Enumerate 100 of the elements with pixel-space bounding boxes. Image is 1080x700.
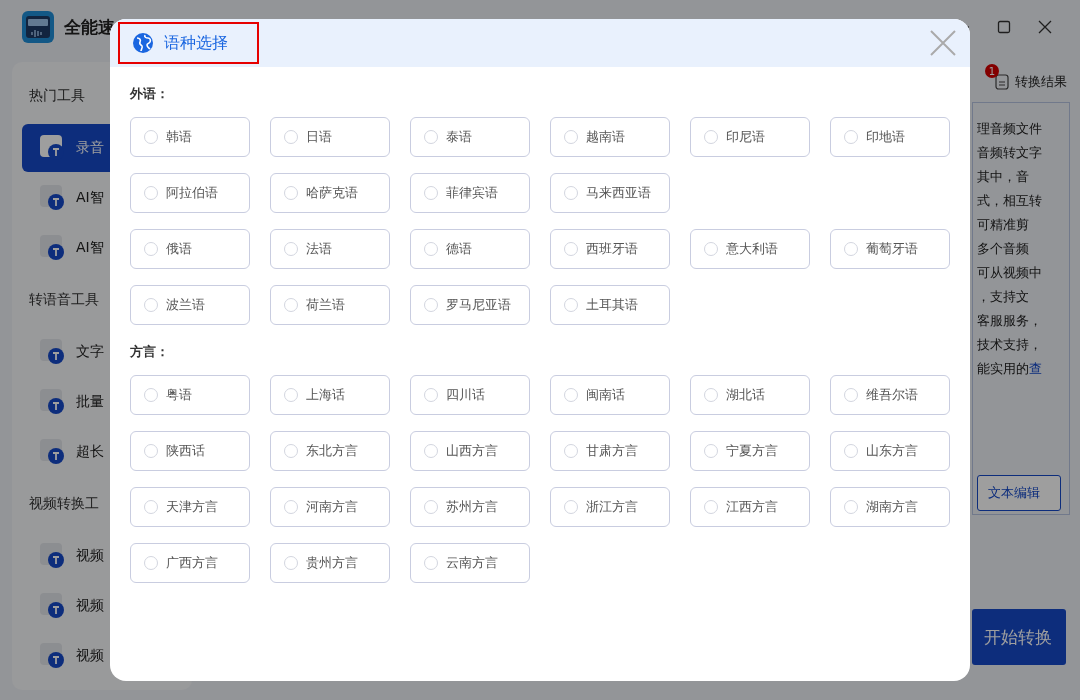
language-option[interactable]: 马来西亚语 <box>550 173 670 213</box>
option-label: 马来西亚语 <box>586 184 651 202</box>
language-option[interactable]: 天津方言 <box>130 487 250 527</box>
language-option[interactable]: 法语 <box>270 229 390 269</box>
start-convert-button[interactable]: 开始转换 <box>972 609 1066 665</box>
option-label: 法语 <box>306 240 332 258</box>
language-option[interactable]: 哈萨克语 <box>270 173 390 213</box>
description-text: ，支持文 <box>977 288 1030 306</box>
language-option[interactable]: 韩语 <box>130 117 250 157</box>
language-option[interactable]: 意大利语 <box>690 229 810 269</box>
tool-icon <box>40 643 66 669</box>
description-text: 可精准剪 <box>977 216 1030 234</box>
section-heading: 外语： <box>130 85 170 103</box>
language-option[interactable]: 西班牙语 <box>550 229 670 269</box>
sidebar-heading: 视频转换工 <box>29 495 99 513</box>
option-label: 东北方言 <box>306 442 358 460</box>
language-option[interactable]: 苏州方言 <box>410 487 530 527</box>
option-label: 苏州方言 <box>446 498 498 516</box>
language-option[interactable]: 江西方言 <box>690 487 810 527</box>
option-label: 印地语 <box>866 128 905 146</box>
option-label: 维吾尔语 <box>866 386 918 404</box>
tool-icon <box>40 389 66 415</box>
language-option[interactable]: 波兰语 <box>130 285 250 325</box>
language-option[interactable]: 印尼语 <box>690 117 810 157</box>
language-option[interactable]: 湖北话 <box>690 375 810 415</box>
option-label: 葡萄牙语 <box>866 240 918 258</box>
description-text: 理音频文件 <box>977 120 1043 138</box>
sidebar-heading: 热门工具 <box>29 87 85 105</box>
language-option[interactable]: 菲律宾语 <box>410 173 530 213</box>
language-option[interactable]: 土耳其语 <box>550 285 670 325</box>
language-option[interactable]: 罗马尼亚语 <box>410 285 530 325</box>
tool-icon <box>40 593 66 619</box>
description-text: 式，相互转 <box>977 192 1043 210</box>
language-option[interactable]: 云南方言 <box>410 543 530 583</box>
language-option[interactable]: 贵州方言 <box>270 543 390 583</box>
option-label: 广西方言 <box>166 554 218 572</box>
option-label: 湖南方言 <box>866 498 918 516</box>
language-option[interactable]: 俄语 <box>130 229 250 269</box>
option-label: 荷兰语 <box>306 296 345 314</box>
description-text: 客服服务， <box>977 312 1043 330</box>
language-option[interactable]: 葡萄牙语 <box>830 229 950 269</box>
language-option[interactable]: 甘肃方言 <box>550 431 670 471</box>
sidebar-item[interactable]: 视频 <box>22 582 182 630</box>
option-label: 西班牙语 <box>586 240 638 258</box>
option-label: 四川话 <box>446 386 485 404</box>
language-option[interactable]: 宁夏方言 <box>690 431 810 471</box>
maximize-icon[interactable] <box>997 20 1011 34</box>
option-label: 山东方言 <box>866 442 918 460</box>
tool-icon <box>40 185 66 211</box>
language-option[interactable]: 闽南话 <box>550 375 670 415</box>
option-label: 山西方言 <box>446 442 498 460</box>
option-label: 宁夏方言 <box>726 442 778 460</box>
language-option[interactable]: 印地语 <box>830 117 950 157</box>
option-label: 贵州方言 <box>306 554 358 572</box>
option-label: 江西方言 <box>726 498 778 516</box>
option-label: 日语 <box>306 128 332 146</box>
language-option[interactable]: 维吾尔语 <box>830 375 950 415</box>
results-link[interactable]: 转换结果 <box>1015 73 1067 91</box>
language-option[interactable]: 泰语 <box>410 117 530 157</box>
language-option[interactable]: 日语 <box>270 117 390 157</box>
language-option[interactable]: 越南语 <box>550 117 670 157</box>
option-label: 罗马尼亚语 <box>446 296 511 314</box>
language-option[interactable]: 东北方言 <box>270 431 390 471</box>
option-label: 陕西话 <box>166 442 205 460</box>
option-label: 俄语 <box>166 240 192 258</box>
option-label: 云南方言 <box>446 554 498 572</box>
document-icon <box>995 74 1009 90</box>
option-label: 上海话 <box>306 386 345 404</box>
language-option[interactable]: 陕西话 <box>130 431 250 471</box>
language-option[interactable]: 阿拉伯语 <box>130 173 250 213</box>
language-option[interactable]: 粤语 <box>130 375 250 415</box>
description-link[interactable]: 查 <box>1029 361 1042 376</box>
language-option[interactable]: 荷兰语 <box>270 285 390 325</box>
language-option[interactable]: 浙江方言 <box>550 487 670 527</box>
close-icon[interactable] <box>1038 20 1052 34</box>
language-option[interactable]: 山东方言 <box>830 431 950 471</box>
app-logo-icon <box>22 11 54 43</box>
option-label: 粤语 <box>166 386 192 404</box>
option-label: 天津方言 <box>166 498 218 516</box>
language-option[interactable]: 四川话 <box>410 375 530 415</box>
language-option[interactable]: 湖南方言 <box>830 487 950 527</box>
description-text: 多个音频 <box>977 240 1030 258</box>
section-heading: 方言： <box>130 343 170 361</box>
option-label: 土耳其语 <box>586 296 638 314</box>
notification-badge: 1 <box>985 64 999 78</box>
text-edit-button[interactable]: 文本编辑 <box>977 475 1061 511</box>
tool-icon <box>40 339 66 365</box>
description-text: 能实用的 <box>977 361 1029 376</box>
option-label: 湖北话 <box>726 386 765 404</box>
description-text: 其中，音 <box>977 168 1030 186</box>
option-label: 越南语 <box>586 128 625 146</box>
sidebar-item[interactable]: 视频 <box>22 632 182 680</box>
language-option[interactable]: 山西方言 <box>410 431 530 471</box>
language-option[interactable]: 德语 <box>410 229 530 269</box>
option-label: 印尼语 <box>726 128 765 146</box>
language-option[interactable]: 上海话 <box>270 375 390 415</box>
language-option[interactable]: 广西方言 <box>130 543 250 583</box>
option-label: 德语 <box>446 240 472 258</box>
language-option[interactable]: 河南方言 <box>270 487 390 527</box>
description-text: 技术支持， <box>977 336 1043 354</box>
